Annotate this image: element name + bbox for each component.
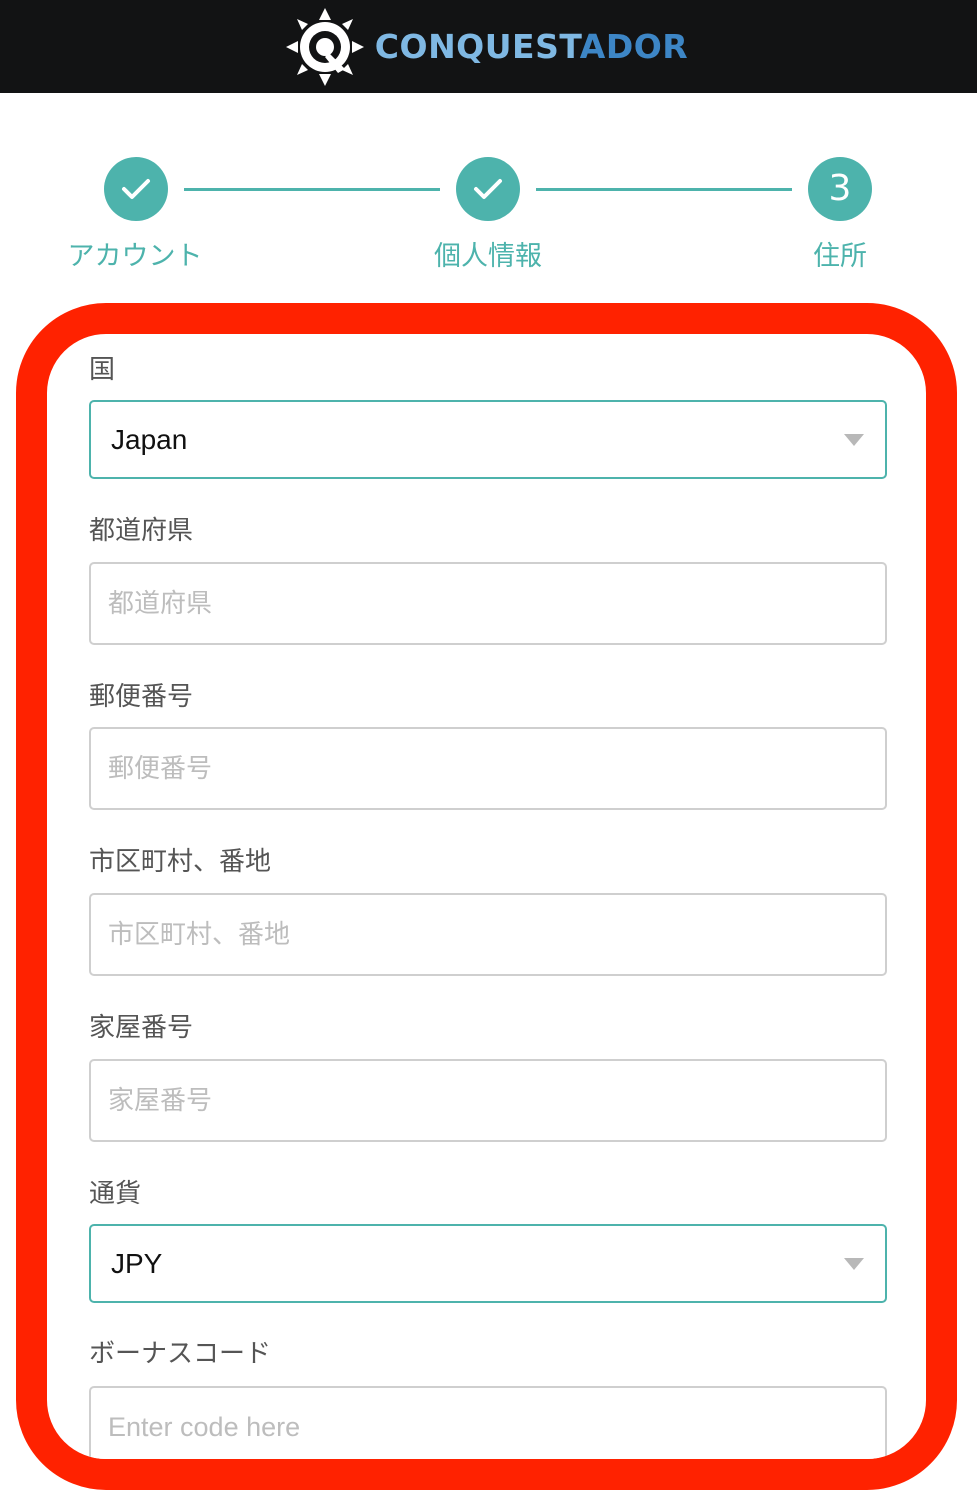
step-account-label: アカウント <box>67 241 203 272</box>
address-form: 国 Japan 都道府県 郵便番号 市区町村、番地 家屋番号 通貨 JPY ボー… <box>47 334 926 1459</box>
postal-code-input[interactable] <box>89 727 887 810</box>
bonus-code-input[interactable] <box>89 1386 887 1459</box>
brand-logo[interactable]: CONQUESTADOR <box>285 7 688 87</box>
brand-name-dark: ADOR <box>579 27 689 66</box>
step-account-circle[interactable] <box>104 157 168 221</box>
currency-select[interactable]: JPY <box>89 1224 887 1303</box>
address-form-highlight-frame: 国 Japan 都道府県 郵便番号 市区町村、番地 家屋番号 通貨 JPY ボー… <box>16 303 957 1490</box>
brand-name-light: CONQUEST <box>374 27 580 66</box>
step-address-label: 住所 <box>813 241 867 272</box>
check-icon <box>474 179 502 199</box>
dropdown-caret-icon <box>844 1257 864 1270</box>
check-icon <box>122 179 150 199</box>
country-select[interactable]: Japan <box>89 400 887 479</box>
house-number-label: 家屋番号 <box>89 1013 194 1043</box>
currency-label: 通貨 <box>89 1179 142 1209</box>
brand-name: CONQUESTADOR <box>375 27 688 66</box>
site-header: CONQUESTADOR <box>0 0 977 93</box>
dropdown-caret-icon <box>844 433 864 446</box>
city-address-input[interactable] <box>89 893 887 976</box>
house-number-input[interactable] <box>89 1059 887 1142</box>
step-connector <box>184 188 440 191</box>
country-label: 国 <box>89 355 116 385</box>
postal-code-label: 郵便番号 <box>89 682 194 712</box>
compass-q-icon <box>285 7 364 86</box>
step-address-circle: 3 <box>808 157 872 221</box>
step-personal-info-circle[interactable] <box>456 157 520 221</box>
step-number: 3 <box>828 168 852 209</box>
prefecture-input[interactable] <box>89 562 887 645</box>
prefecture-label: 都道府県 <box>89 516 194 546</box>
step-personal-info-label: 個人情報 <box>434 241 542 272</box>
step-connector <box>536 188 792 191</box>
city-address-label: 市区町村、番地 <box>89 847 272 877</box>
bonus-code-label: ボーナスコード <box>89 1339 272 1369</box>
country-select-value: Japan <box>111 423 188 455</box>
currency-select-value: JPY <box>111 1247 163 1279</box>
